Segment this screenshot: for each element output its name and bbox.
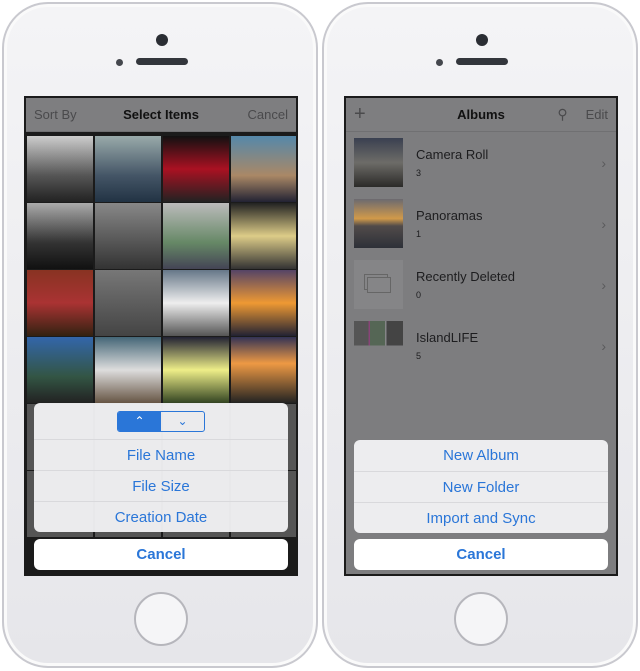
option-import-and-sync[interactable]: Import and Sync — [354, 502, 608, 533]
photo-thumbnail[interactable] — [231, 203, 296, 269]
album-count: 1 — [416, 229, 422, 239]
select-items-screen: Sort By Select Items Cancel ⌃ ⌄ File Nam… — [24, 96, 298, 576]
sensor — [436, 59, 443, 66]
album-count: 0 — [416, 290, 422, 300]
option-creation-date[interactable]: Creation Date — [34, 501, 288, 532]
option-file-name[interactable]: File Name — [34, 439, 288, 470]
photo-thumbnail[interactable] — [95, 203, 161, 269]
album-thumbnail — [354, 199, 403, 248]
search-icon[interactable]: ⚲ — [557, 106, 567, 123]
chevron-right-icon: › — [601, 337, 606, 354]
camera — [156, 34, 168, 46]
home-button[interactable] — [134, 592, 188, 646]
chevron-right-icon: › — [601, 215, 606, 232]
sort-order-toggle: ⌃ ⌄ — [117, 410, 205, 432]
album-panoramas[interactable]: Panoramas 1 › — [346, 193, 616, 254]
sort-order-row: ⌃ ⌄ — [34, 403, 288, 439]
album-recently-deleted[interactable]: Recently Deleted 0 › — [346, 254, 616, 315]
home-button[interactable] — [454, 592, 508, 646]
nav-bar: Sort By Select Items Cancel — [26, 98, 296, 132]
photo-thumbnail[interactable] — [27, 337, 93, 403]
plus-icon[interactable]: + — [354, 103, 366, 126]
album-camera-roll[interactable]: Camera Roll 3 › — [346, 132, 616, 193]
album-islandlife[interactable]: IslandLIFE 5 › — [346, 315, 616, 376]
album-count: 3 — [416, 168, 422, 178]
photo-thumbnail[interactable] — [27, 203, 93, 269]
album-count: 5 — [416, 351, 422, 361]
option-new-album[interactable]: New Album — [354, 440, 608, 471]
photo-thumbnail[interactable] — [95, 270, 161, 336]
photo-thumbnail[interactable] — [163, 203, 229, 269]
album-name: Camera Roll — [416, 147, 489, 162]
photo-thumbnail[interactable] — [163, 337, 229, 403]
iphone-left: Sort By Select Items Cancel ⌃ ⌄ File Nam… — [2, 2, 318, 668]
option-file-size[interactable]: File Size — [34, 470, 288, 501]
chevron-up-icon[interactable]: ⌃ — [118, 411, 161, 431]
sort-by-button[interactable]: Sort By — [34, 107, 77, 122]
camera — [476, 34, 488, 46]
album-thumbnail — [354, 321, 403, 370]
option-new-folder[interactable]: New Folder — [354, 471, 608, 502]
cancel-button[interactable]: Cancel — [34, 539, 288, 570]
nav-bar: + Albums ⚲ Edit — [346, 98, 616, 132]
cancel-nav-button[interactable]: Cancel — [248, 107, 288, 122]
album-name: Recently Deleted — [416, 269, 515, 284]
photo-thumbnail[interactable] — [163, 136, 229, 202]
album-name: Panoramas — [416, 208, 483, 223]
photo-thumbnail[interactable] — [163, 270, 229, 336]
photo-thumbnail[interactable] — [231, 136, 296, 202]
photo-thumbnail[interactable] — [27, 270, 93, 336]
speaker — [136, 58, 188, 65]
sort-action-sheet: ⌃ ⌄ File Name File Size Creation Date — [34, 403, 288, 532]
photo-thumbnail[interactable] — [95, 337, 161, 403]
cancel-button[interactable]: Cancel — [354, 539, 608, 570]
photo-thumbnail[interactable] — [231, 270, 296, 336]
chevron-down-icon[interactable]: ⌄ — [161, 412, 204, 431]
chevron-right-icon: › — [601, 154, 606, 171]
photo-thumbnail[interactable] — [27, 136, 93, 202]
album-action-sheet: New Album New Folder Import and Sync — [354, 440, 608, 533]
speaker — [456, 58, 508, 65]
photo-thumbnail[interactable] — [95, 136, 161, 202]
iphone-right: + Albums ⚲ Edit Camera Roll 3 › Panoramas 1 ›… — [322, 2, 638, 668]
sensor — [116, 59, 123, 66]
edit-button[interactable]: Edit — [586, 107, 608, 122]
album-placeholder-icon — [354, 260, 403, 309]
album-name: IslandLIFE — [416, 330, 479, 345]
photo-thumbnail[interactable] — [231, 337, 296, 403]
chevron-right-icon: › — [601, 276, 606, 293]
albums-screen: + Albums ⚲ Edit Camera Roll 3 › Panoramas 1 ›… — [344, 96, 618, 576]
album-thumbnail — [354, 138, 403, 187]
